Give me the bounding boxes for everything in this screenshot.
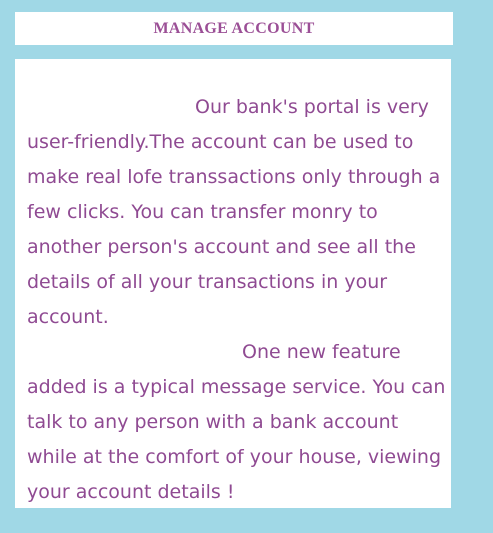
content-panel: Our bank's portal is very user-friendly.… (15, 59, 451, 508)
description-paragraph-1: Our bank's portal is very user-friendly.… (27, 96, 441, 328)
page-title: MANAGE ACCOUNT (153, 19, 315, 37)
header-panel: MANAGE ACCOUNT (15, 12, 453, 45)
description-paragraph-2: One new feature added is a typical messa… (27, 341, 446, 503)
